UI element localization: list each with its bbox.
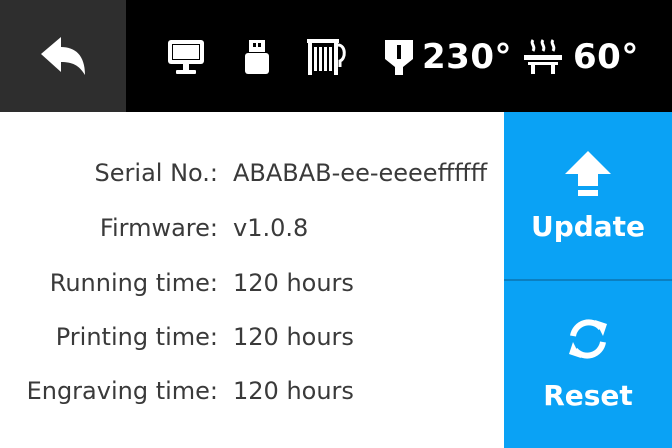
info-row-printing-time: Printing time: 120 hours <box>0 317 504 357</box>
back-arrow-icon <box>41 37 85 75</box>
usb-icon[interactable] <box>236 36 278 78</box>
serial-value: ABABAB-ee-eeeeffffff <box>233 159 488 187</box>
nozzle-icon <box>378 36 420 78</box>
info-row-engraving-time: Engraving time: 120 hours <box>0 371 504 411</box>
device-info-panel: Serial No.: ABABAB-ee-eeeeffffff Firmwar… <box>0 112 504 448</box>
reset-label: Reset <box>543 379 633 412</box>
monitor-icon[interactable] <box>165 36 207 78</box>
firmware-value: v1.0.8 <box>233 214 309 242</box>
bed-temperature: 60° <box>573 37 639 77</box>
info-row-running-time: Running time: 120 hours <box>0 263 504 303</box>
refresh-icon <box>558 309 618 369</box>
heated-bed-icon <box>522 36 564 78</box>
update-label: Update <box>530 210 646 243</box>
info-row-firmware: Firmware: v1.0.8 <box>0 208 504 248</box>
upload-arrow-icon <box>558 143 618 203</box>
reset-button[interactable]: Reset <box>504 281 672 448</box>
back-button[interactable] <box>0 0 126 112</box>
info-row-serial: Serial No.: ABABAB-ee-eeeeffffff <box>0 153 504 193</box>
engraving-time-label: Engraving time: <box>26 377 218 405</box>
serial-label: Serial No.: <box>94 159 218 187</box>
printing-time-label: Printing time: <box>55 323 218 351</box>
engraving-time-value: 120 hours <box>233 377 354 405</box>
running-time-label: Running time: <box>49 269 218 297</box>
running-time-value: 120 hours <box>233 269 354 297</box>
status-bar: 230° 60° <box>0 0 672 112</box>
update-button[interactable]: Update <box>504 112 672 279</box>
printing-time-value: 120 hours <box>233 323 354 351</box>
action-divider <box>504 279 672 281</box>
firmware-label: Firmware: <box>99 214 218 242</box>
nozzle-temperature: 230° <box>422 37 512 77</box>
filament-spool-icon[interactable] <box>306 36 348 78</box>
